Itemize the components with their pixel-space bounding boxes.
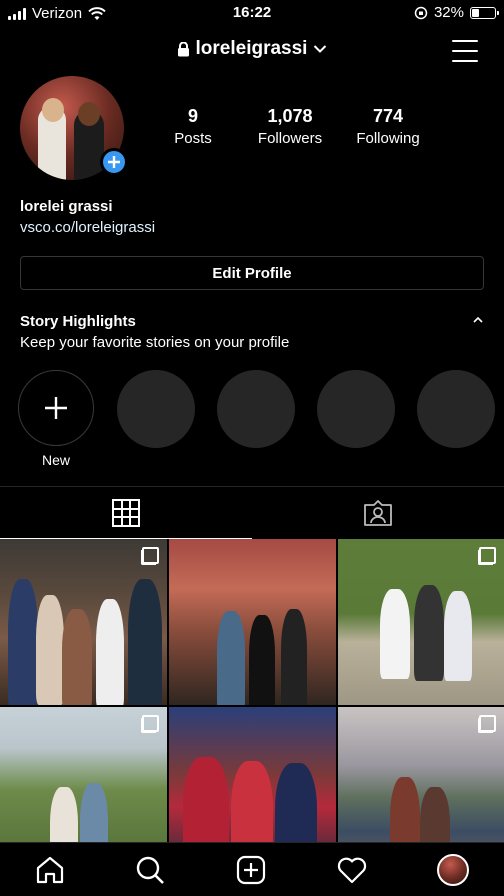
multiple-posts-icon: [141, 547, 159, 565]
add-story-button[interactable]: [100, 148, 128, 176]
following-label: Following: [356, 130, 420, 147]
grid-icon: [112, 499, 140, 527]
tab-tagged[interactable]: [252, 487, 504, 539]
profile-tabs: [0, 486, 504, 539]
nav-home[interactable]: [33, 853, 67, 887]
highlight-placeholder: [217, 370, 295, 448]
lock-icon: [177, 41, 189, 56]
photo-grid: [0, 539, 504, 873]
battery-percent: 32%: [433, 4, 464, 21]
home-icon: [36, 856, 64, 884]
tagged-icon: [364, 500, 392, 526]
account-switcher[interactable]: loreleigrassi: [0, 38, 504, 60]
website-link[interactable]: vsco.co/loreleigrassi: [20, 219, 155, 236]
multiple-posts-icon: [478, 715, 496, 733]
search-icon: [136, 856, 164, 884]
plus-icon: [108, 156, 120, 168]
new-highlight-button[interactable]: [18, 370, 94, 446]
username: loreleigrassi: [195, 38, 308, 59]
highlights-title: Story Highlights: [20, 313, 136, 330]
post-thumbnail[interactable]: [338, 539, 504, 705]
menu-icon[interactable]: [452, 40, 478, 62]
status-right: 32%: [414, 4, 499, 21]
multiple-posts-icon: [478, 547, 496, 565]
followers-stat[interactable]: 1,078 Followers: [240, 106, 340, 147]
nav-profile[interactable]: [436, 853, 470, 887]
nav-activity[interactable]: [335, 853, 369, 887]
multiple-posts-icon: [141, 715, 159, 733]
following-count: 774: [372, 106, 404, 126]
edit-profile-button[interactable]: Edit Profile: [20, 256, 484, 290]
highlight-placeholder: [117, 370, 195, 448]
following-stat[interactable]: 774 Following: [338, 106, 438, 147]
chevron-up-icon[interactable]: [472, 314, 484, 326]
posts-label: Posts: [174, 130, 212, 147]
battery-icon: [470, 6, 499, 19]
tab-grid[interactable]: [0, 487, 252, 539]
posts-count: 9: [187, 106, 198, 126]
profile-avatar-small: [437, 854, 469, 886]
profile-header: loreleigrassi: [0, 34, 504, 70]
add-post-icon: [236, 855, 266, 885]
post-thumbnail[interactable]: [169, 539, 336, 705]
heart-icon: [337, 857, 367, 884]
followers-count: 1,078: [267, 106, 313, 126]
bottom-nav: [0, 842, 504, 896]
highlight-placeholder: [317, 370, 395, 448]
new-highlight-label: New: [41, 452, 70, 468]
highlight-placeholder: [417, 370, 495, 448]
rotation-lock-icon: [414, 6, 428, 19]
full-name: lorelei grassi: [20, 198, 113, 215]
posts-stat[interactable]: 9 Posts: [143, 106, 243, 147]
chevron-down-icon: [314, 45, 327, 53]
highlights-subtitle: Keep your favorite stories on your profi…: [20, 334, 290, 351]
status-bar: Verizon 16:22 32%: [0, 0, 504, 28]
post-thumbnail[interactable]: [0, 539, 167, 705]
nav-search[interactable]: [133, 853, 167, 887]
followers-label: Followers: [257, 130, 323, 147]
plus-icon: [45, 397, 67, 419]
nav-new-post[interactable]: [234, 853, 268, 887]
